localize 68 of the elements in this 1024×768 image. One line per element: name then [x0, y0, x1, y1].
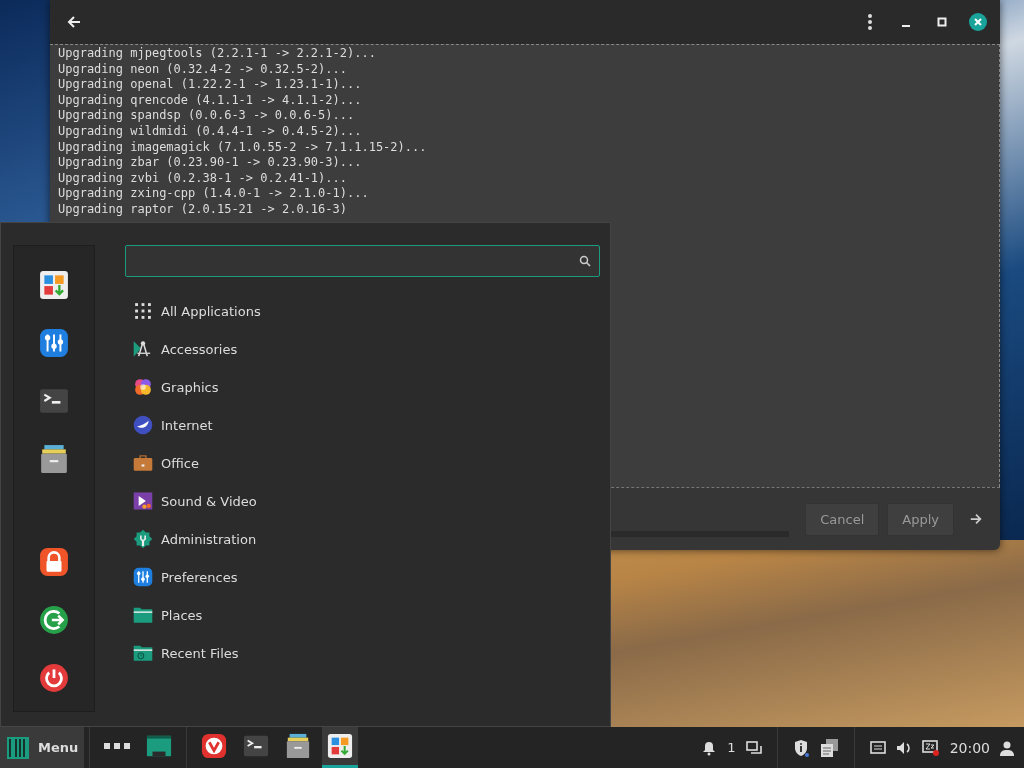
- globe-icon: [133, 415, 153, 435]
- search-icon: [579, 255, 591, 267]
- close-icon: [973, 17, 983, 27]
- dialog-button[interactable]: Apply: [887, 502, 955, 536]
- kebab-menu-icon: [867, 13, 873, 31]
- log-line: Upgrading spandsp (0.0.6-3 -> 0.0.6-5)...: [58, 108, 355, 124]
- shield-info-icon[interactable]: [792, 738, 809, 757]
- log-line: Upgrading zxing-cpp (1.4.0-1 -> 2.1.0-1)...: [58, 186, 369, 202]
- windows-icon[interactable]: [745, 740, 762, 755]
- log-line: Upgrading zvbi (0.2.38-1 -> 0.2.41-1)...: [58, 170, 347, 187]
- minimize-icon: [902, 25, 910, 27]
- close-button[interactable]: [969, 13, 987, 31]
- taskbar-app[interactable]: [322, 727, 359, 768]
- gear-wrench-icon: [133, 529, 153, 549]
- category-item[interactable]: Recent Files: [125, 634, 239, 672]
- category-item[interactable]: All Applications: [125, 292, 261, 330]
- search-field[interactable]: [125, 245, 600, 277]
- folder-icon: [133, 605, 153, 625]
- color-petals-icon: [133, 377, 153, 397]
- terminal-icon[interactable]: [39, 386, 69, 416]
- terminal-icon: [243, 733, 270, 759]
- category-item[interactable]: Places: [125, 596, 203, 634]
- recent-folder-icon: [133, 643, 153, 663]
- log-line: Upgrading wildmidi (0.4.4-1 -> 0.4.5-2)...: [58, 123, 362, 140]
- category-item[interactable]: Graphics: [125, 368, 219, 406]
- category-item[interactable]: Accessories: [125, 330, 238, 368]
- log-line: Upgrading mjpegtools (2.2.1-1 -> 2.2.1-2)...: [58, 46, 376, 62]
- grid-icon: [133, 301, 153, 321]
- software-store-icon[interactable]: [39, 270, 69, 300]
- desktop-icon: [146, 733, 173, 759]
- compass-drawing-icon: [133, 339, 153, 359]
- log-line: Upgrading qrencode (4.1.1-1 -> 4.1.1-2)...: [58, 92, 362, 109]
- volume-icon[interactable]: [895, 740, 912, 755]
- notification-bell-icon[interactable]: [701, 739, 718, 756]
- forward-arrow-icon: [969, 512, 983, 526]
- log-line: Upgrading imagemagick (7.1.0.55-2 -> 7.1.1.15-2)...: [58, 139, 427, 156]
- file-cabinet-icon: [285, 733, 312, 759]
- sleep-indicator-icon[interactable]: [921, 739, 940, 756]
- back-arrow-icon: [66, 14, 82, 30]
- menu-button[interactable]: Menu: [0, 727, 85, 768]
- category-item[interactable]: Office: [125, 444, 199, 482]
- category-item[interactable]: Preferences: [125, 558, 238, 596]
- user-icon[interactable]: [1000, 739, 1014, 756]
- log-line: Upgrading openal (1.22.2-1 -> 1.23.1-1)...: [58, 77, 362, 93]
- category-item[interactable]: Internet: [125, 406, 213, 444]
- media-icon: [133, 491, 153, 511]
- network-icon[interactable]: [869, 740, 886, 755]
- v-logo-icon: [201, 733, 228, 759]
- dots-icon: [104, 743, 131, 749]
- log-line: Upgrading neon (0.32.4-2 -> 0.32.5-2)...: [58, 61, 347, 78]
- documents-icon[interactable]: [818, 737, 839, 758]
- sliders-icon[interactable]: [39, 328, 69, 358]
- notification-count: 1: [727, 740, 736, 755]
- logo-icon: [6, 735, 30, 760]
- maximize-icon: [937, 17, 947, 27]
- power-icon[interactable]: [39, 663, 69, 693]
- logout-icon[interactable]: [39, 605, 69, 635]
- log-line: Upgrading zbar (0.23.90-1 -> 0.23.90-3)...: [58, 155, 362, 171]
- category-item[interactable]: Sound & Video: [125, 482, 257, 520]
- software-store-icon: [327, 733, 354, 759]
- category-item[interactable]: Administration: [125, 520, 257, 558]
- file-cabinet-icon[interactable]: [39, 444, 69, 474]
- briefcase-icon: [133, 453, 153, 473]
- clock[interactable]: 20:00: [949, 739, 990, 756]
- dialog-button[interactable]: Cancel: [805, 502, 880, 536]
- log-line: Upgrading raptor (2.0.15-21 -> 2.0.16-3): [58, 201, 347, 218]
- lock-icon[interactable]: [39, 547, 69, 577]
- sliders-icon: [133, 567, 153, 587]
